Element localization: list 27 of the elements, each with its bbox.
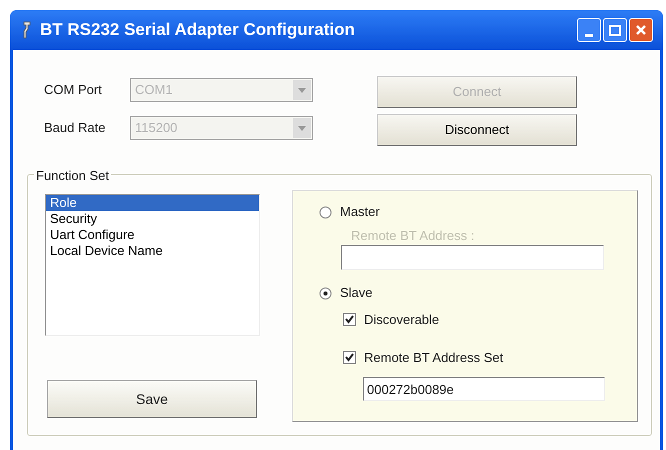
window-title: BT RS232 Serial Adapter Configuration: [40, 19, 355, 42]
list-item[interactable]: Security: [46, 211, 259, 227]
remote-address-field[interactable]: [341, 245, 604, 270]
maximize-button[interactable]: [603, 18, 627, 42]
checkbox-label: Remote BT Address Set: [364, 348, 504, 366]
minimize-button[interactable]: [577, 18, 601, 42]
checkbox-label: Discoverable: [364, 311, 440, 329]
remote-address-label: Remote BT Address :: [351, 229, 476, 243]
checkbox[interactable]: [343, 313, 356, 326]
baud-rate-label: Baud Rate: [44, 119, 106, 138]
list-item[interactable]: Uart Configure: [46, 227, 259, 243]
action-button[interactable]: Disconnect: [377, 114, 577, 146]
radio-label: Master: [340, 203, 380, 222]
checkbox[interactable]: [343, 350, 356, 364]
address-input-field[interactable]: 000272b0089e: [363, 377, 605, 401]
close-button[interactable]: [629, 18, 653, 42]
radio-label: Slave: [340, 284, 373, 302]
list-item[interactable]: Local Device Name: [46, 243, 259, 259]
caret-icon: [298, 126, 306, 130]
radio-button[interactable]: [319, 206, 332, 218]
close-icon: [635, 24, 647, 36]
radio-button[interactable]: [319, 286, 332, 300]
com-port-label: COM Port: [44, 81, 103, 100]
save-button[interactable]: Save: [47, 380, 257, 418]
caret-icon: [298, 88, 306, 92]
function-list[interactable]: Role Security Uart Configure Local Device Name: [45, 194, 260, 336]
list-item[interactable]: Role: [46, 195, 259, 211]
